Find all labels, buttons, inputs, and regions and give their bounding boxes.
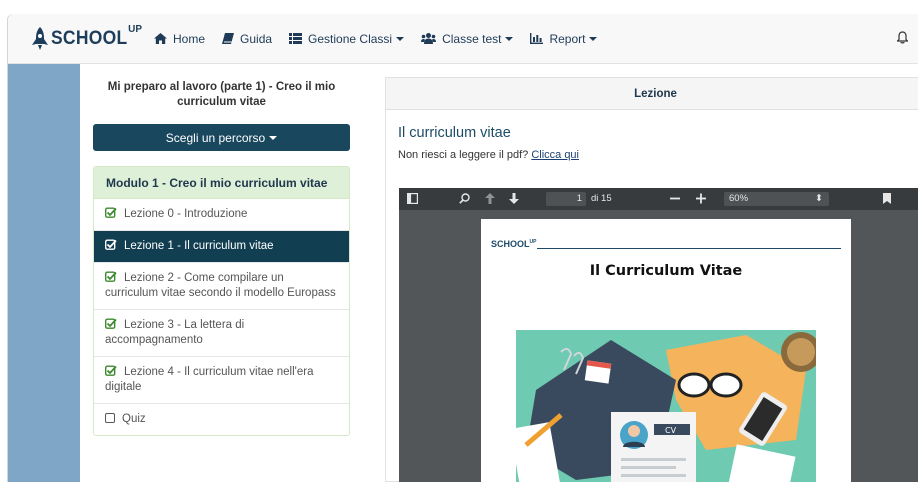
pdf-fallback: Non riesci a leggere il pdf? Clicca qui — [398, 149, 918, 161]
quiz-label: Quiz — [122, 413, 146, 425]
brand-logo[interactable]: SCHOOL UP — [32, 14, 142, 64]
lesson-label: Lezione 1 - Il curriculum vitae — [124, 240, 274, 252]
chevron-down-icon — [269, 135, 278, 140]
pdf-viewer[interactable]: 1 di 15 60% ⬍ SCHOOLUP Il Curriculum Vit… — [399, 188, 918, 482]
nav-classes-label: Gestione Classi — [308, 31, 393, 46]
module-title: Modulo 1 - Creo il mio curriculum vitae — [94, 167, 349, 199]
cv-tag: CV — [665, 426, 677, 435]
module-panel: Modulo 1 - Creo il mio curriculum vitae … — [93, 166, 350, 436]
header-rule — [537, 248, 841, 249]
check-square-icon — [105, 207, 117, 218]
lesson-item[interactable]: Lezione 3 - La lettera di accompagnament… — [94, 310, 349, 357]
arrow-up-icon[interactable] — [485, 193, 495, 204]
brand-sup: UP — [128, 24, 142, 35]
bookmark-icon[interactable] — [883, 193, 891, 204]
document-logo: SCHOOLUP — [491, 239, 536, 249]
choose-path-label: Scegli un percorso — [165, 130, 266, 145]
check-square-icon — [105, 318, 117, 329]
main-nav: Home Guida Gestione Classi Classe test R… — [154, 32, 614, 46]
check-square-icon — [105, 365, 117, 376]
bell-icon[interactable] — [896, 31, 909, 47]
lesson-item-active[interactable]: Lezione 1 - Il curriculum vitae — [94, 231, 349, 263]
nav-class-test-label: Classe test — [442, 31, 502, 46]
open-pdf-link[interactable]: Clicca qui — [531, 149, 579, 161]
lesson-item[interactable]: Lezione 2 - Come compilare un curriculum… — [94, 263, 349, 310]
arrow-down-icon[interactable] — [509, 193, 519, 204]
nav-guide-label: Guida — [240, 31, 273, 46]
quiz-item[interactable]: Quiz — [94, 404, 349, 435]
lesson-label: Lezione 3 - La lettera di accompagnament… — [105, 319, 245, 346]
lesson-label: Lezione 0 - Introduzione — [124, 208, 248, 220]
select-arrows-icon: ⬍ — [815, 193, 823, 204]
top-navbar: SCHOOL UP Home Guida Gestione Classi Cla… — [8, 14, 918, 64]
rocket-icon — [32, 26, 48, 50]
lesson-item[interactable]: Lezione 0 - Introduzione — [94, 199, 349, 231]
choose-path-button[interactable]: Scegli un percorso — [93, 124, 350, 151]
zoom-select[interactable]: 60% ⬍ — [724, 192, 829, 206]
nav-report-label: Report — [549, 31, 586, 46]
list-icon — [289, 33, 303, 44]
check-square-icon — [105, 271, 117, 282]
cv-illustration: CV — [516, 330, 816, 482]
nav-home[interactable]: Home — [154, 32, 205, 46]
lesson-title: Il curriculum vitae — [398, 125, 511, 141]
home-icon — [154, 33, 167, 44]
pdf-prompt: Non riesci a leggere il pdf? — [398, 149, 529, 161]
sidebar-toggle-icon[interactable] — [407, 193, 418, 204]
empty-checkbox-icon — [105, 413, 115, 423]
nav-home-label: Home — [173, 31, 206, 46]
document-logo-text: SCHOOL — [491, 239, 530, 249]
users-icon — [421, 33, 437, 44]
zoom-value: 60% — [729, 193, 749, 204]
check-square-icon — [105, 239, 117, 250]
page-count: di 15 — [591, 193, 612, 204]
chevron-down-icon — [505, 36, 514, 41]
page-number-input[interactable]: 1 — [546, 192, 586, 206]
lesson-label: Lezione 4 - Il curriculum vitae nell'era… — [105, 366, 314, 393]
lesson-panel: Lezione Il curriculum vitae Non riesci a… — [385, 77, 918, 482]
nav-guide[interactable]: Guida — [222, 32, 272, 46]
chevron-down-icon — [396, 36, 405, 41]
chevron-down-icon — [589, 36, 598, 41]
pdf-toolbar: 1 di 15 60% ⬍ — [399, 188, 918, 210]
zoom-in-icon[interactable] — [696, 193, 706, 204]
zoom-out-icon[interactable] — [670, 193, 680, 204]
book-icon — [222, 33, 235, 44]
nav-classes[interactable]: Gestione Classi — [289, 31, 405, 46]
panel-title: Lezione — [386, 78, 918, 110]
course-sidebar: Mi preparo al lavoro (parte 1) - Creo il… — [93, 64, 350, 436]
course-title: Mi preparo al lavoro (parte 1) - Creo il… — [107, 81, 336, 108]
document-title: Il Curriculum Vitae — [589, 263, 743, 279]
bar-chart-icon — [530, 33, 544, 44]
lesson-item[interactable]: Lezione 4 - Il curriculum vitae nell'era… — [94, 357, 349, 404]
lesson-label: Lezione 2 - Come compilare un curriculum… — [105, 272, 336, 299]
search-icon[interactable] — [459, 193, 470, 204]
nav-report[interactable]: Report — [530, 31, 598, 46]
side-stripe — [8, 64, 80, 482]
document-logo-sup: UP — [529, 239, 537, 245]
app-window: SCHOOL UP Home Guida Gestione Classi Cla… — [8, 14, 918, 482]
brand-name: SCHOOL — [51, 27, 128, 49]
pdf-page: SCHOOLUP Il Curriculum Vitae CV — [481, 219, 851, 482]
nav-class-test[interactable]: Classe test — [421, 31, 514, 46]
